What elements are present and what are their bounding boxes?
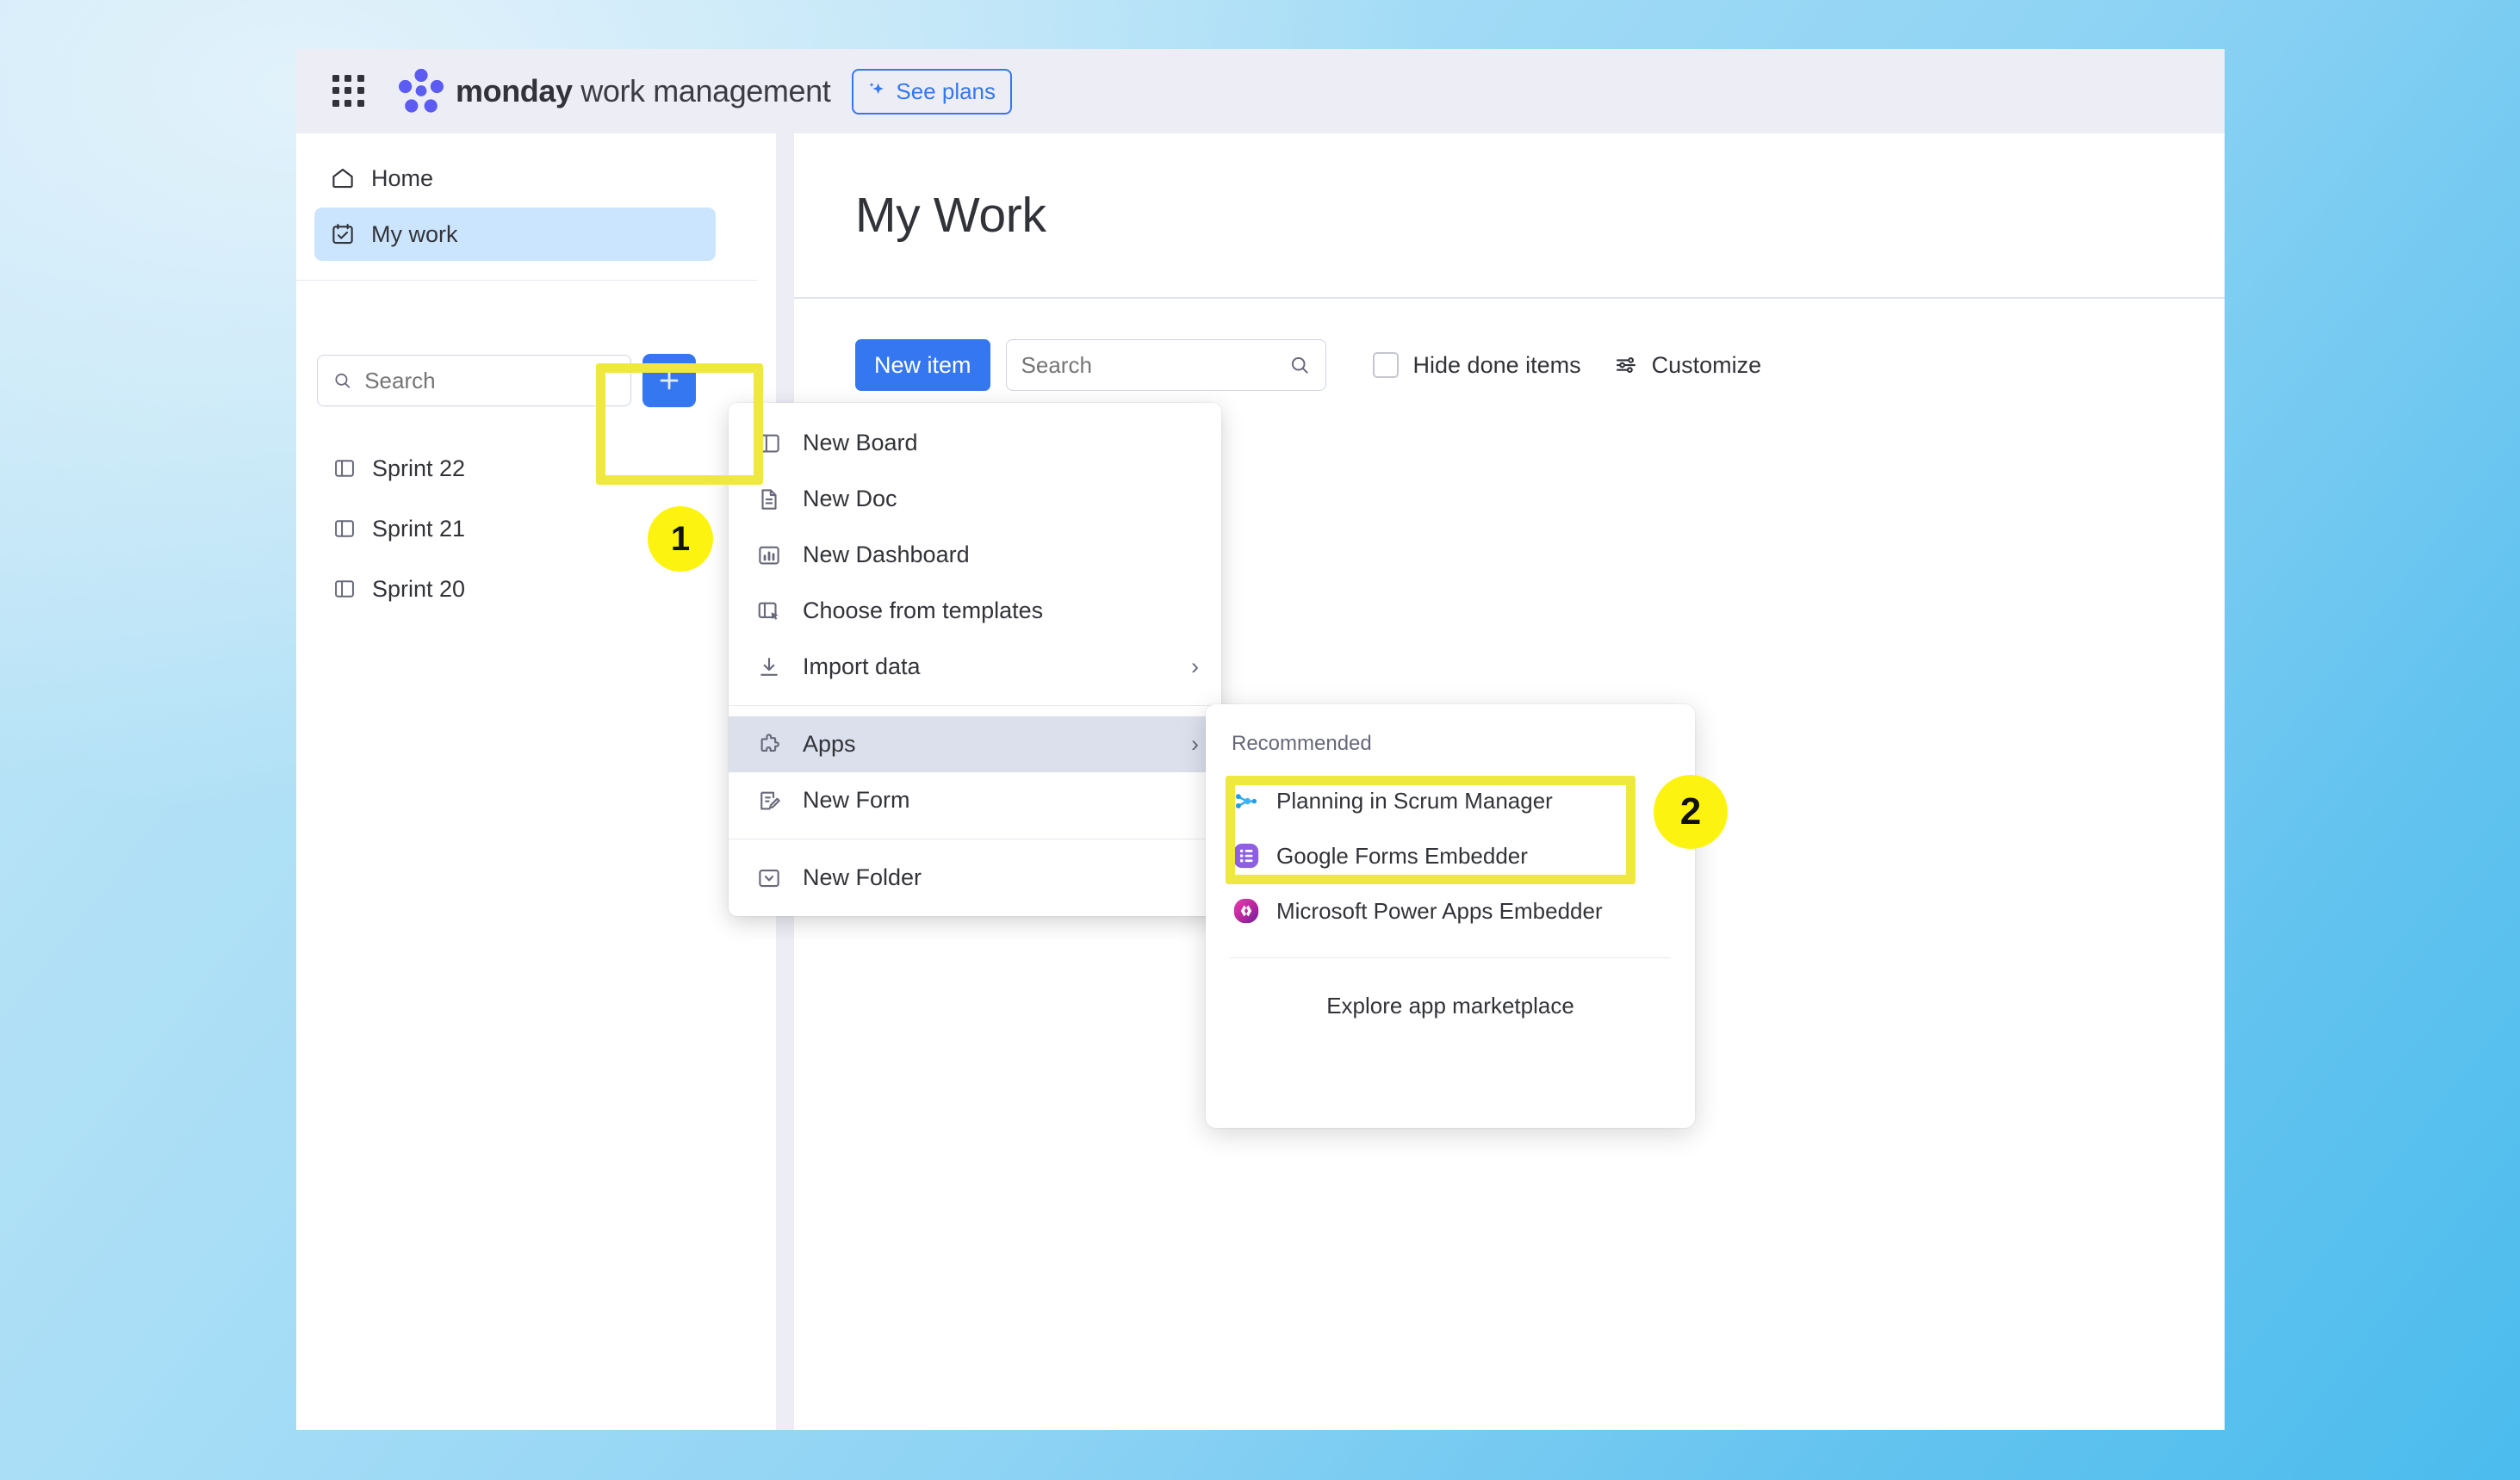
chevron-right-icon: › [1191,653,1199,679]
app-item-label: Microsoft Power Apps Embedder [1276,897,1603,924]
menu-item-new-board-label: New Board [803,430,918,455]
sidebar-search-input[interactable] [364,367,630,394]
menu-item-new-doc-label: New Doc [803,486,897,511]
list-item-label: Sprint 22 [372,455,466,481]
main-search-input[interactable] [1021,351,1288,379]
hide-done-label: Hide done items [1412,351,1581,378]
menu-item-new-folder[interactable]: New Folder [729,850,1221,906]
menu-item-import-data-label: Import data [803,653,921,679]
menu-item-apps[interactable]: Apps › [729,716,1221,772]
sidebar-item-my-work-label: My work [371,220,458,247]
menu-item-new-form-label: New Form [803,787,910,813]
board-icon [335,520,354,537]
app-item-google-forms-embedder[interactable]: Google Forms Embedder [1206,828,1695,883]
puzzle-icon [760,733,779,752]
list-item-label: Sprint 21 [372,515,466,542]
power-apps-icon [1233,898,1259,924]
list-item-label: Sprint 20 [372,575,466,602]
templates-icon [758,602,779,620]
plus-icon [660,371,679,390]
menu-item-new-dashboard[interactable]: New Dashboard [729,527,1221,583]
step-badge-1: 1 [648,506,713,572]
board-icon [335,460,354,477]
menu-divider [729,705,1221,706]
menu-item-choose-from-templates-label: Choose from templates [803,598,1044,623]
create-new-context-menu: New Board New Doc New Dashboard Choose f… [729,403,1221,916]
page-title: My Work [855,188,1046,243]
google-forms-icon [1233,843,1259,869]
app-item-label: Planning in Scrum Manager [1276,787,1553,814]
top-bar: monday work management See plans [296,49,2225,133]
search-icon [335,373,351,388]
sidebar-item-my-work[interactable]: My work [314,207,716,261]
menu-item-choose-from-templates[interactable]: Choose from templates [729,583,1221,639]
sparkle-icon [869,82,884,95]
menu-item-new-dashboard-label: New Dashboard [803,542,970,567]
monday-logo-icon [399,68,444,113]
home-icon [332,168,353,189]
brand-name: monday [456,73,573,108]
see-plans-label: See plans [896,77,996,104]
sidebar-item-home-label: Home [371,164,434,191]
see-plans-button[interactable]: See plans [852,68,1013,115]
customize-button[interactable]: Customize [1613,351,1762,379]
step-badge-2: 2 [1654,775,1728,849]
customize-label: Customize [1651,351,1762,378]
hide-done-items-toggle[interactable]: Hide done items [1372,351,1581,379]
form-icon [760,791,780,809]
menu-item-new-form[interactable]: New Form [729,772,1221,828]
menu-item-new-folder-label: New Folder [803,864,922,890]
hide-done-checkbox[interactable] [1372,352,1399,378]
board-icon [759,434,779,452]
sidebar-divider [296,280,757,281]
brand-product: work management [572,73,831,108]
app-item-label: Google Forms Embedder [1276,842,1528,869]
chevron-right-icon: › [1191,731,1199,757]
apps-submenu: Recommended Planning in Scrum Manager Go… [1206,704,1695,1128]
main-toolbar: New item Hide done items Customize [794,299,2225,391]
my-work-calendar-icon [332,223,353,245]
sidebar-search-row [317,354,757,407]
add-board-button[interactable] [642,354,696,407]
menu-item-apps-label: Apps [803,731,856,757]
main-search-box[interactable] [1005,339,1326,391]
app-item-planning-in-scrum-manager[interactable]: Planning in Scrum Manager [1206,773,1695,828]
list-item[interactable]: Sprint 22 [296,438,757,498]
scrum-graph-icon [1235,794,1257,808]
sliders-icon [1616,356,1636,374]
sidebar: Home My work Search Sprint 22 Sprint 21 … [296,133,757,1430]
menu-item-import-data[interactable]: Import data › [729,639,1221,695]
menu-item-new-board[interactable]: New Board [729,415,1221,471]
sidebar-search-box[interactable] [317,355,631,406]
explore-app-marketplace-link[interactable]: Explore app marketplace [1206,958,1695,1019]
import-icon [760,657,778,676]
board-icon [335,580,354,598]
apps-grid-icon[interactable] [332,75,365,108]
sidebar-item-home[interactable]: Home [314,152,716,205]
folder-icon [759,869,779,887]
new-item-button[interactable]: New item [855,339,990,391]
menu-item-new-doc[interactable]: New Doc [729,471,1221,527]
dashboard-icon [759,546,779,564]
apps-submenu-heading: Recommended [1232,732,1372,755]
search-icon [1291,356,1308,374]
brand-title: monday work management [456,73,831,109]
app-item-microsoft-power-apps-embedder[interactable]: Microsoft Power Apps Embedder [1206,883,1695,938]
doc-icon [761,488,777,510]
